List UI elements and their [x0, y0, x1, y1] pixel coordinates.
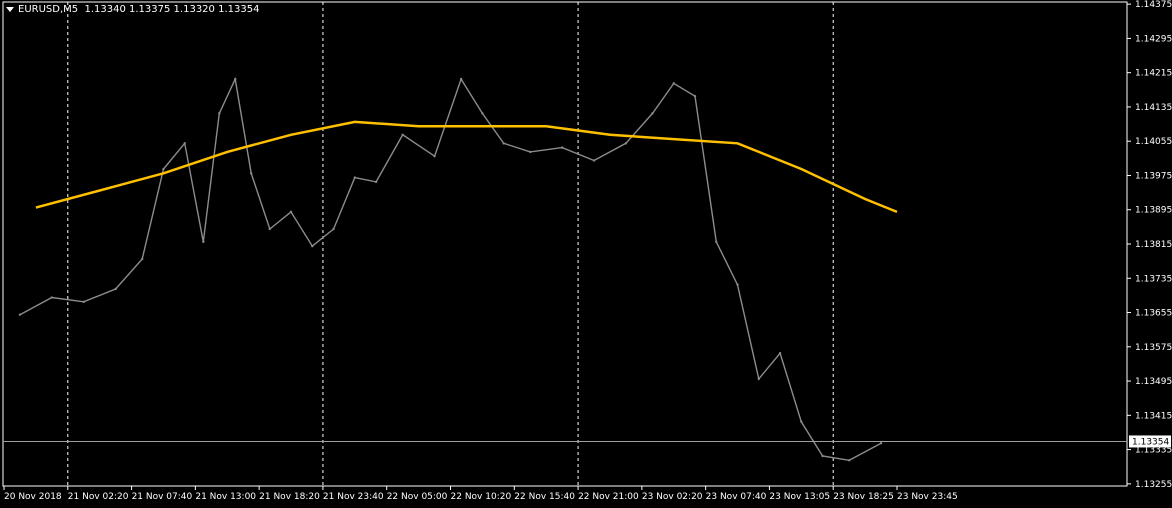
chart: EURUSD,M5 1.13340 1.13375 1.13320 1.1335…: [0, 0, 1172, 508]
x-tick-label: 21 Nov 13:00: [195, 492, 256, 502]
y-tick-label: 1.13975: [1135, 171, 1172, 181]
x-tick-label: 21 Nov 18:20: [259, 492, 320, 502]
y-tick-label: 1.13735: [1135, 274, 1172, 284]
x-tick-label: 22 Nov 10:20: [451, 492, 512, 502]
y-tick-label: 1.13255: [1135, 480, 1172, 490]
y-tick-label: 1.13655: [1135, 309, 1172, 319]
x-tick-label: 23 Nov 23:45: [897, 492, 958, 502]
x-tick-label: 23 Nov 07:40: [706, 492, 767, 502]
x-tick-label: 22 Nov 15:40: [514, 492, 575, 502]
current-price-label: 1.13354: [1132, 437, 1169, 447]
y-tick-label: 1.13895: [1135, 206, 1172, 216]
x-tick-label: 22 Nov 21:00: [578, 492, 639, 502]
x-tick-label: 22 Nov 05:00: [387, 492, 448, 502]
y-tick-label: 1.13815: [1135, 240, 1172, 250]
y-tick-label: 1.13495: [1135, 377, 1172, 387]
plot-frame: [2, 1, 1128, 487]
x-tick-label: 21 Nov 02:20: [68, 492, 129, 502]
y-tick-label: 1.14135: [1135, 103, 1172, 113]
x-tick-label: 23 Nov 02:20: [642, 492, 703, 502]
y-tick-label: 1.13575: [1135, 343, 1172, 353]
y-tick-label: 1.14375: [1135, 0, 1172, 10]
y-tick-label: 1.13415: [1135, 411, 1172, 421]
x-tick-label: 23 Nov 13:05: [769, 492, 830, 502]
x-tick-label: 21 Nov 07:40: [132, 492, 193, 502]
price-line: [19, 76, 882, 462]
x-tick-label: 23 Nov 18:25: [833, 492, 894, 502]
y-tick-label: 1.14055: [1135, 137, 1172, 147]
x-tick-label: 21 Nov 23:40: [323, 492, 384, 502]
y-tick-label: 1.14215: [1135, 69, 1172, 79]
chart-canvas[interactable]: 20 Nov 2018 21 Nov 02:20 21 Nov 07:40 21 No…: [0, 0, 1172, 508]
x-tick-label: 20 Nov 2018: [4, 492, 62, 502]
y-tick-label: 1.14295: [1135, 34, 1172, 44]
